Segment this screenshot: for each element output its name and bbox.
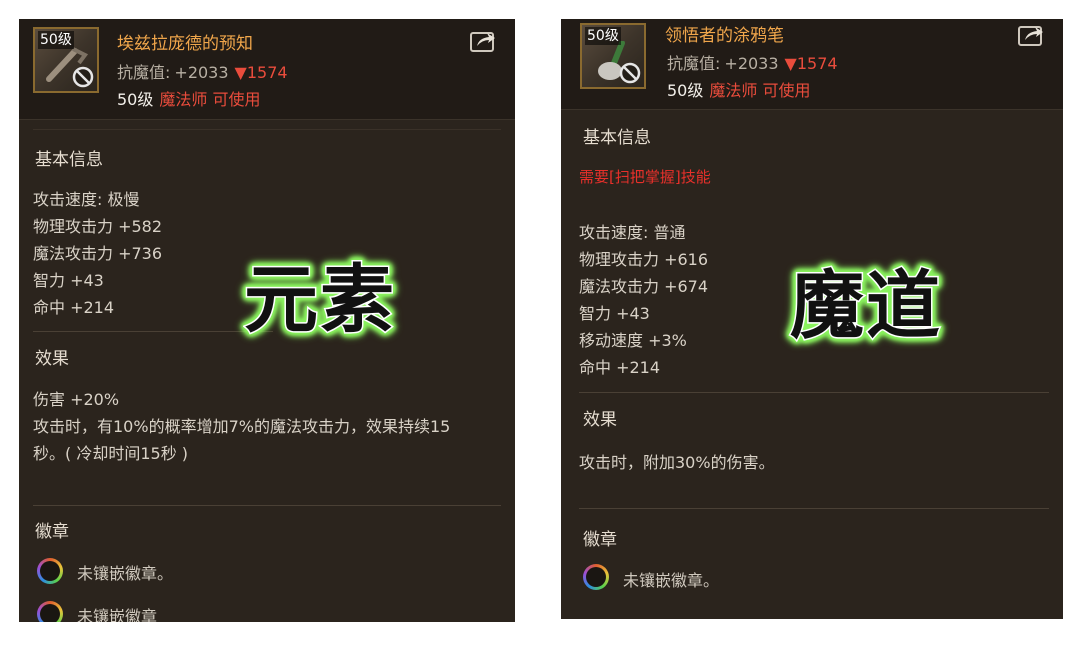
item-level-badge: 50级 bbox=[585, 27, 621, 45]
item-level-badge: 50级 bbox=[38, 31, 74, 49]
resist-value: +2033 bbox=[174, 63, 229, 82]
effect-line: 攻击时，附加30%的伤害。 bbox=[579, 453, 775, 472]
divider bbox=[579, 508, 1049, 509]
prohibited-icon bbox=[72, 66, 94, 88]
divider bbox=[33, 331, 273, 332]
resist-value: +2033 bbox=[724, 54, 779, 73]
stat-intelligence: 智力 +43 bbox=[33, 271, 104, 290]
tooltip-header: 50级 埃兹拉庞德的预知 抗魔值: +2033 ▼1574 50级 魔法师 可使用 bbox=[19, 19, 515, 120]
emblem-title: 徽章 bbox=[35, 522, 69, 542]
stat-attack-speed: 攻击速度: 极慢 bbox=[33, 190, 140, 209]
divider bbox=[579, 392, 1049, 393]
divider bbox=[33, 505, 501, 506]
requirement-line: 50级 魔法师 可使用 bbox=[667, 77, 810, 101]
basic-info-title: 基本信息 bbox=[35, 150, 103, 170]
resist-label: 抗魔值: bbox=[667, 54, 721, 73]
item-name: 领悟者的涂鸦笔 bbox=[665, 26, 784, 46]
emblem-slot-icon[interactable] bbox=[37, 558, 63, 584]
effect-line: 攻击时，有10%的概率增加7%的魔法攻击力，效果持续15 bbox=[33, 417, 451, 436]
skill-requirement-warning: 需要[扫把掌握]技能 bbox=[579, 168, 711, 186]
divider bbox=[33, 129, 501, 130]
required-class: 魔法师 可使用 bbox=[709, 81, 811, 100]
share-icon[interactable] bbox=[469, 29, 497, 53]
stat-attack-speed: 攻击速度: 普通 bbox=[579, 223, 686, 242]
share-icon[interactable] bbox=[1017, 23, 1045, 47]
requirement-line: 50级 魔法师 可使用 bbox=[117, 86, 260, 110]
required-level: 50级 bbox=[667, 81, 704, 100]
overlay-label-elemental: 元素 bbox=[243, 256, 396, 345]
stat-magic-attack: 魔法攻击力 +736 bbox=[33, 244, 163, 263]
resist-label: 抗魔值: bbox=[117, 63, 171, 82]
required-level: 50级 bbox=[117, 90, 154, 109]
emblem-slot-label: 未镶嵌徽章 bbox=[77, 607, 158, 622]
basic-info-title: 基本信息 bbox=[583, 128, 651, 148]
emblem-title: 徽章 bbox=[583, 530, 617, 550]
item-icon[interactable]: 50级 bbox=[33, 27, 99, 93]
effect-title: 效果 bbox=[583, 410, 617, 430]
item-name: 埃兹拉庞德的预知 bbox=[117, 34, 253, 54]
tooltip-header: 50级 领悟者的涂鸦笔 抗魔值: +2033 ▼1574 50级 魔法师 可使用 bbox=[561, 19, 1063, 110]
emblem-slot-label: 未镶嵌徽章。 bbox=[623, 571, 720, 590]
resist-down-value: ▼1574 bbox=[234, 63, 288, 82]
emblem-slot-icon[interactable] bbox=[583, 564, 609, 590]
stat-hit: 命中 +214 bbox=[579, 358, 661, 377]
overlay-label-magic-path: 魔道 bbox=[789, 262, 942, 351]
effect-title: 效果 bbox=[35, 349, 69, 369]
stat-magic-attack: 魔法攻击力 +674 bbox=[579, 277, 709, 296]
emblem-slot-icon[interactable] bbox=[37, 601, 63, 622]
required-class: 魔法师 可使用 bbox=[159, 90, 261, 109]
resist-down-value: ▼1574 bbox=[784, 54, 838, 73]
stat-physical-attack: 物理攻击力 +616 bbox=[579, 250, 709, 269]
resist-line: 抗魔值: +2033 ▼1574 bbox=[117, 59, 288, 83]
item-icon[interactable]: 50级 bbox=[580, 23, 646, 89]
prohibited-icon bbox=[619, 62, 641, 84]
stat-hit: 命中 +214 bbox=[33, 298, 115, 317]
stat-move-speed: 移动速度 +3% bbox=[579, 331, 687, 350]
stat-intelligence: 智力 +43 bbox=[579, 304, 650, 323]
emblem-slot-label: 未镶嵌徽章。 bbox=[77, 564, 174, 583]
resist-line: 抗魔值: +2033 ▼1574 bbox=[667, 50, 838, 74]
effect-line: 秒。( 冷却时间15秒 ) bbox=[33, 444, 189, 463]
stat-physical-attack: 物理攻击力 +582 bbox=[33, 217, 163, 236]
effect-line: 伤害 +20% bbox=[33, 390, 120, 409]
